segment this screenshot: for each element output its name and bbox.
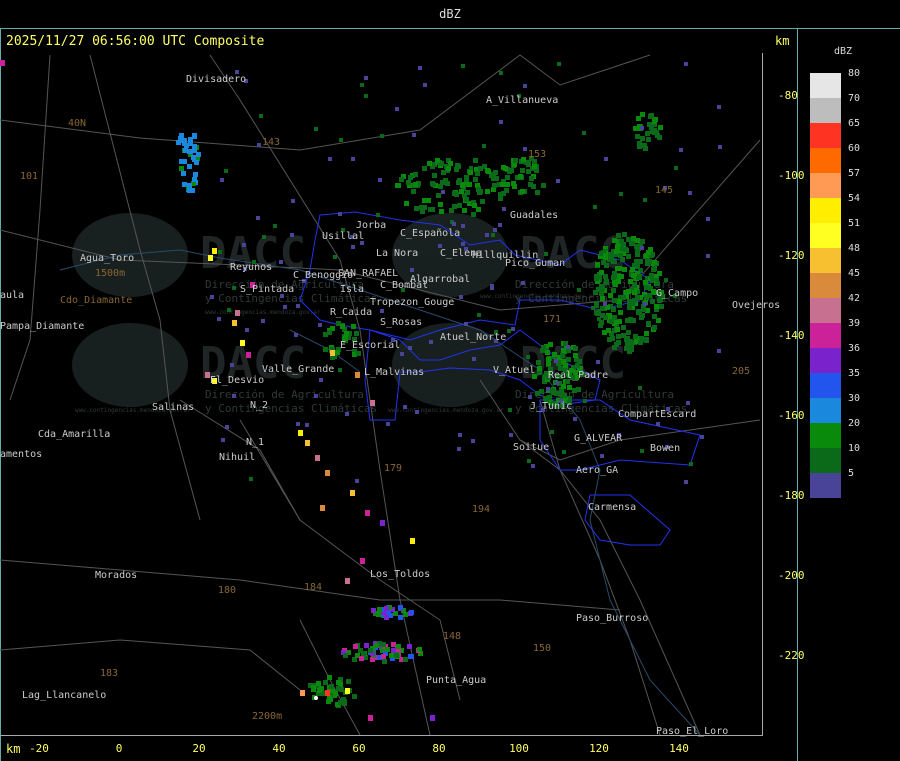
radar-window: dBZ DACC Dirección de Agricultura y Cont…: [0, 0, 900, 761]
legend-label: 65: [848, 118, 861, 129]
legend-label: 42: [848, 293, 861, 304]
legend-label: 5: [848, 468, 855, 479]
y-tick-label: -180: [778, 489, 805, 502]
legend-label: 10: [848, 443, 861, 454]
x-axis-unit: km: [6, 742, 21, 756]
legend-label: 39: [848, 318, 861, 329]
y-tick-label: -140: [778, 329, 805, 342]
legend-swatch: [810, 298, 841, 323]
legend-title: dBZ: [834, 46, 853, 57]
plot-frame: [0, 53, 763, 736]
legend-swatch: [810, 348, 841, 373]
x-tick-label: 140: [669, 742, 689, 755]
y-tick-label: -160: [778, 409, 805, 422]
legend-label: 57: [848, 168, 861, 179]
legend-swatch: [810, 248, 841, 273]
x-tick-label: 120: [589, 742, 609, 755]
legend-label: 30: [848, 393, 861, 404]
legend-swatch: [810, 373, 841, 398]
legend-swatch: [810, 98, 841, 123]
y-axis-unit: km: [775, 34, 790, 48]
legend-label: 51: [848, 218, 861, 229]
legend-swatch: [810, 198, 841, 223]
legend-swatch: [810, 273, 841, 298]
x-tick-label: -20: [29, 742, 49, 755]
legend-label: 60: [848, 143, 861, 154]
x-tick-label: 0: [115, 742, 123, 755]
x-tick-label: 40: [272, 742, 286, 755]
legend-label: 35: [848, 368, 861, 379]
legend-label: 45: [848, 268, 861, 279]
legend-swatch: [810, 323, 841, 348]
x-tick-label: 100: [509, 742, 529, 755]
x-tick-label: 20: [192, 742, 206, 755]
timestamp: 2025/11/27 06:56:00 UTC Composite: [6, 34, 265, 49]
y-tick-label: -200: [778, 569, 805, 582]
y-tick-label: -80: [778, 89, 798, 102]
x-tick-label: 80: [432, 742, 446, 755]
legend-label: 20: [848, 418, 861, 429]
y-tick-label: -100: [778, 169, 805, 182]
legend-label: 80: [848, 68, 861, 79]
legend-swatch: [810, 423, 841, 448]
legend-swatch: [810, 123, 841, 148]
legend-label: 54: [848, 193, 861, 204]
legend-swatch: [810, 73, 841, 98]
legend-swatch: [810, 148, 841, 173]
legend-label: 70: [848, 93, 861, 104]
legend-label: 36: [848, 343, 861, 354]
legend-swatch: [810, 223, 841, 248]
legend-swatch: [810, 473, 841, 498]
legend-swatch: [810, 173, 841, 198]
legend-label: 48: [848, 243, 861, 254]
x-tick-label: 60: [352, 742, 366, 755]
legend-swatch: [810, 398, 841, 423]
y-tick-label: -120: [778, 249, 805, 262]
y-tick-label: -220: [778, 649, 805, 662]
legend-swatch: [810, 448, 841, 473]
